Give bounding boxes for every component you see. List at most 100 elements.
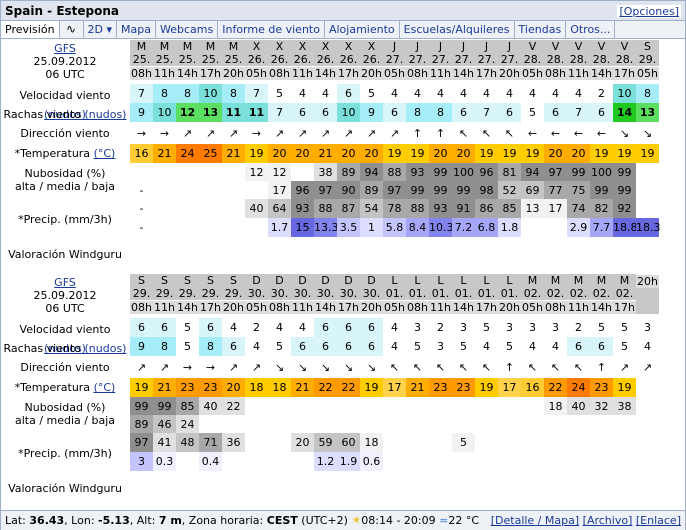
temperature-label-units-link[interactable]: (°C) bbox=[94, 381, 116, 394]
precip-cell bbox=[222, 218, 245, 237]
cloud-mid-cell bbox=[199, 181, 222, 200]
wind-speed-label-text: Velocidad viento bbox=[19, 323, 111, 336]
temperature-cell: 19 bbox=[613, 378, 636, 397]
temperature-label-units-link[interactable]: (°C) bbox=[94, 147, 116, 160]
cloud-high-cell: 96 bbox=[475, 163, 498, 182]
cloud-high-cell: 97 bbox=[544, 163, 567, 182]
cloud-low-cell: 91 bbox=[452, 199, 475, 218]
cloud-mid-cell: 69 bbox=[521, 181, 544, 200]
tab-9[interactable]: Otros... bbox=[566, 21, 616, 38]
temperature-cell: 16 bbox=[130, 144, 153, 163]
wind-direction-arrow: ↗ bbox=[337, 124, 360, 143]
wind-gust-label-text: Rachas viento bbox=[3, 342, 81, 355]
cloud-high-cell bbox=[406, 397, 429, 416]
cloud-high-cell: 40 bbox=[199, 397, 222, 416]
cloud-label: Nubosidad (%) alta / media / baja bbox=[14, 167, 116, 193]
cloud-low-cell bbox=[613, 433, 636, 452]
tab-0[interactable]: Previsión bbox=[1, 21, 60, 38]
lon-value: -5.13 bbox=[98, 514, 130, 527]
cloud-high-cell: 99 bbox=[130, 397, 153, 416]
cloud-low-cell: 78 bbox=[383, 199, 406, 218]
model-link[interactable]: GFS bbox=[54, 42, 76, 55]
cloud-high-cell bbox=[291, 163, 314, 182]
chart-icon[interactable]: ∿ bbox=[60, 21, 84, 38]
wind-direction-arrow: ↗ bbox=[268, 124, 291, 143]
cloud-high-cell: 40 bbox=[567, 397, 590, 416]
wind-gust-cell: 6 bbox=[498, 103, 521, 122]
wind-speed-cell: 4 bbox=[429, 84, 452, 103]
footer-link-2[interactable]: [Enlace] bbox=[636, 514, 681, 527]
wind-direction-arrow: ↖ bbox=[475, 124, 498, 143]
temperature-cell: 19 bbox=[521, 144, 544, 163]
wind-direction-arrow: ↑ bbox=[406, 124, 429, 143]
wind-speed-cell: 8 bbox=[222, 84, 245, 103]
wind-direction-arrow: ↖ bbox=[383, 358, 406, 377]
cloud-high-cell bbox=[130, 163, 153, 182]
wind-gust-cell: 6 bbox=[314, 103, 337, 122]
wind-speed-cell: 3 bbox=[498, 318, 521, 337]
cloud-mid-cell: - bbox=[130, 181, 153, 200]
cloud-mid-cell: 77 bbox=[544, 181, 567, 200]
tab-6[interactable]: Alojamiento bbox=[325, 21, 400, 38]
wind-gust-label-units-link[interactable]: (nudos) bbox=[85, 342, 127, 355]
wind-speed-cell: 4 bbox=[544, 84, 567, 103]
cloud-mid-cell: 52 bbox=[498, 181, 521, 200]
temperature-cell: 19 bbox=[590, 144, 613, 163]
precip-cell bbox=[199, 218, 222, 237]
wind-speed-cell: 4 bbox=[567, 84, 590, 103]
cloud-high-cell bbox=[199, 163, 222, 182]
cloud-low-cell: - bbox=[130, 199, 153, 218]
tab-5[interactable]: Informe de viento bbox=[218, 21, 325, 38]
tab-2[interactable]: 2D ▾ bbox=[84, 21, 118, 38]
tab-4[interactable]: Webcams bbox=[156, 21, 219, 38]
tab-7[interactable]: Escuelas/Alquileres bbox=[400, 21, 515, 38]
precip-cell: 1.2 bbox=[314, 452, 337, 471]
wind-speed-cell: 8 bbox=[153, 84, 176, 103]
temperature-cell: 23 bbox=[590, 378, 613, 397]
precip-cell bbox=[153, 218, 176, 237]
cloud-mid-cell bbox=[475, 415, 498, 434]
time-header: 20h bbox=[636, 274, 659, 314]
cloud-mid-cell bbox=[498, 415, 521, 434]
tab-8[interactable]: Tiendas bbox=[515, 21, 567, 38]
footer-link-0[interactable]: [Detalle / Mapa] bbox=[491, 514, 579, 527]
wind-gust-cell: 4 bbox=[475, 337, 498, 356]
wind-gust-cell: 8 bbox=[153, 337, 176, 356]
time-header: L 01. 08h bbox=[406, 274, 429, 314]
wind-speed-cell: 7 bbox=[130, 84, 153, 103]
precip-cell: 7.7 bbox=[590, 218, 613, 237]
wind-speed-cell: 5 bbox=[475, 318, 498, 337]
wind-gust-label-units-link[interactable]: (nudos) bbox=[85, 108, 127, 121]
temperature-cell: 20 bbox=[291, 144, 314, 163]
time-header: M 25. 17h bbox=[199, 40, 222, 80]
wind-gust-cell: 6 bbox=[360, 337, 383, 356]
options-link[interactable]: [Opciones] bbox=[617, 5, 681, 18]
temperature-cell: 19 bbox=[406, 144, 429, 163]
precip-cell bbox=[544, 452, 567, 471]
model-link[interactable]: GFS bbox=[54, 276, 76, 289]
wind-gust-cell: 6 bbox=[291, 103, 314, 122]
time-header: M 25. 14h bbox=[176, 40, 199, 80]
tab-3[interactable]: Mapa bbox=[117, 21, 157, 38]
wind-direction-arrow: ↖ bbox=[544, 358, 567, 377]
cloud-mid-cell: 46 bbox=[153, 415, 176, 434]
footer-links: [Detalle / Mapa] [Archivo] [Enlace] bbox=[491, 511, 681, 530]
cloud-low-cell bbox=[475, 433, 498, 452]
cloud-low-cell bbox=[383, 433, 406, 452]
temperature-cell: 17 bbox=[498, 378, 521, 397]
wind-direction-arrow: ← bbox=[521, 124, 544, 143]
time-header: D 30. 14h bbox=[314, 274, 337, 314]
cloud-low-cell bbox=[153, 199, 176, 218]
precip-cell bbox=[245, 218, 268, 237]
tz-offset: (UTC+2) bbox=[301, 514, 348, 527]
cloud-high-cell bbox=[475, 397, 498, 416]
footer-link-1[interactable]: [Archivo] bbox=[583, 514, 633, 527]
wind-speed-cell: 4 bbox=[475, 84, 498, 103]
cloud-mid-cell: 98 bbox=[475, 181, 498, 200]
temperature-cell: 20 bbox=[567, 144, 590, 163]
wind-direction-label-text: Dirección viento bbox=[20, 127, 110, 140]
cloud-low-cell bbox=[498, 433, 521, 452]
wind-gust-cell: 14 bbox=[613, 103, 636, 122]
precip-label-text: *Precip. (mm/3h) bbox=[18, 213, 112, 226]
temperature-cell: 22 bbox=[337, 378, 360, 397]
